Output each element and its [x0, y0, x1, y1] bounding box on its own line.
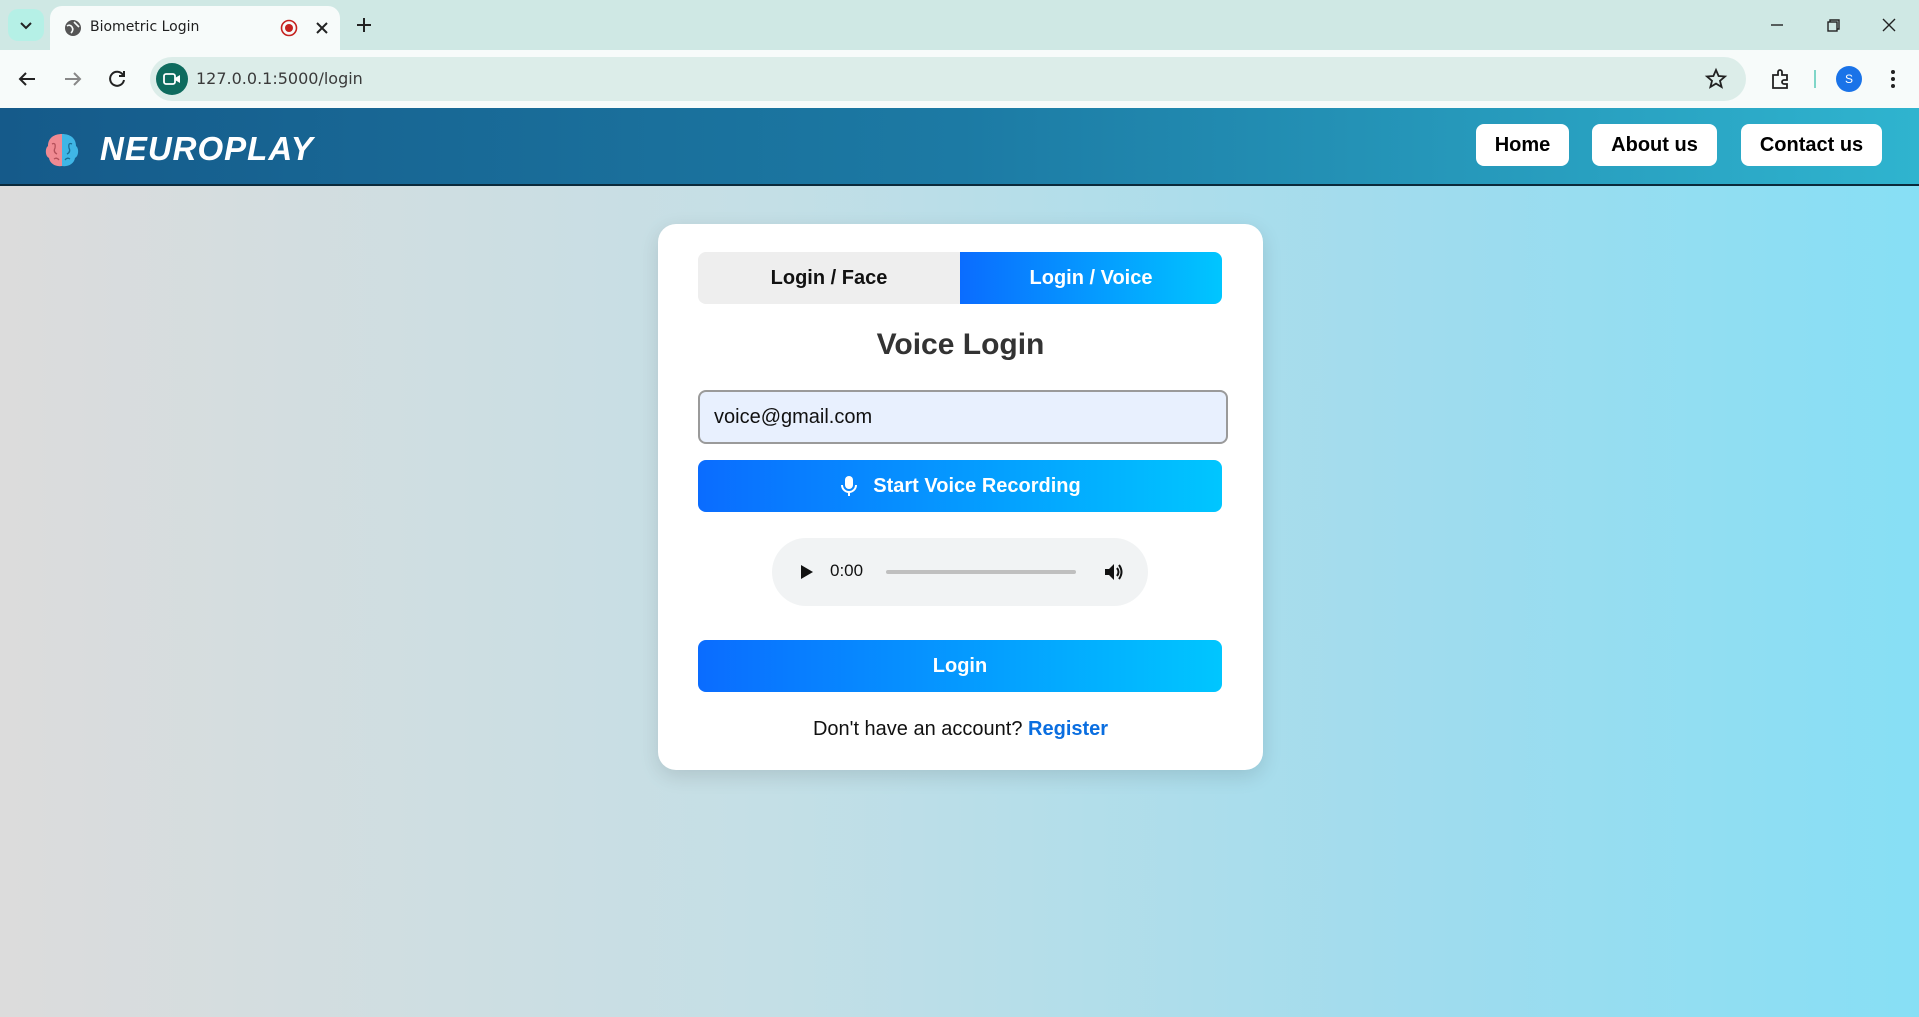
menu-icon[interactable]: [1880, 66, 1906, 92]
audio-time: 0:00: [830, 561, 864, 580]
forward-icon[interactable]: [60, 66, 86, 92]
star-icon[interactable]: [1704, 67, 1728, 91]
register-link[interactable]: Register: [1028, 718, 1108, 740]
nav-contact-button[interactable]: Contact us: [1741, 124, 1882, 166]
globe-icon: [65, 20, 81, 36]
email-field[interactable]: [698, 390, 1228, 444]
tab-search-icon: [20, 22, 32, 30]
volume-icon[interactable]: [1102, 560, 1126, 584]
nav-about-button[interactable]: About us: [1592, 124, 1717, 166]
browser-tabstrip: Biometric Login: [0, 0, 1919, 50]
tab-title: Biometric Login: [90, 19, 200, 35]
site-info-button[interactable]: [156, 63, 188, 95]
reload-icon[interactable]: [104, 66, 130, 92]
extensions-icon[interactable]: [1768, 66, 1794, 92]
start-recording-label: Start Voice Recording: [873, 474, 1081, 497]
profile-avatar[interactable]: S: [1836, 66, 1862, 92]
tab-login-voice[interactable]: Login / Voice: [960, 252, 1222, 304]
start-recording-button[interactable]: Start Voice Recording: [698, 460, 1222, 512]
page-body: NEUROPLAY Home About us Contact us Login…: [0, 108, 1919, 1017]
page-title: Voice Login: [876, 328, 1045, 361]
browser-toolbar: 127.0.0.1:5000/login S: [0, 50, 1919, 108]
nav-home-button[interactable]: Home: [1476, 124, 1569, 166]
site-header: NEUROPLAY Home About us Contact us: [0, 108, 1919, 186]
audio-player: 0:00: [772, 538, 1148, 606]
audio-progress-bar[interactable]: [886, 570, 1076, 574]
window-close-icon[interactable]: [1876, 12, 1902, 38]
play-icon[interactable]: [796, 562, 816, 582]
register-prompt: Don't have an account?: [812, 718, 1023, 740]
close-icon[interactable]: [312, 18, 332, 38]
recording-icon: [280, 19, 298, 37]
new-tab-icon[interactable]: [352, 13, 376, 37]
toolbar-separator: [1814, 70, 1816, 88]
browser-tab[interactable]: Biometric Login: [50, 6, 340, 50]
restore-icon[interactable]: [1820, 12, 1846, 38]
mic-icon: [841, 476, 858, 496]
brand-name: NEUROPLAY: [100, 130, 314, 167]
login-tabs: Login / Face Login / Voice: [698, 252, 1222, 304]
brain-logo-icon: [45, 134, 79, 167]
login-button[interactable]: Login: [698, 640, 1222, 692]
site-info-icon: [163, 73, 180, 85]
tab-search-button[interactable]: [8, 9, 44, 41]
register-row: Don't have an account? Register: [658, 718, 1263, 741]
back-icon[interactable]: [14, 66, 40, 92]
url-text: 127.0.0.1:5000/login: [196, 69, 363, 88]
address-bar[interactable]: 127.0.0.1:5000/login: [150, 57, 1746, 101]
minimize-icon[interactable]: [1764, 12, 1790, 38]
tab-login-face[interactable]: Login / Face: [698, 252, 960, 304]
login-card: Login / Face Login / Voice Voice Login S…: [658, 224, 1263, 770]
